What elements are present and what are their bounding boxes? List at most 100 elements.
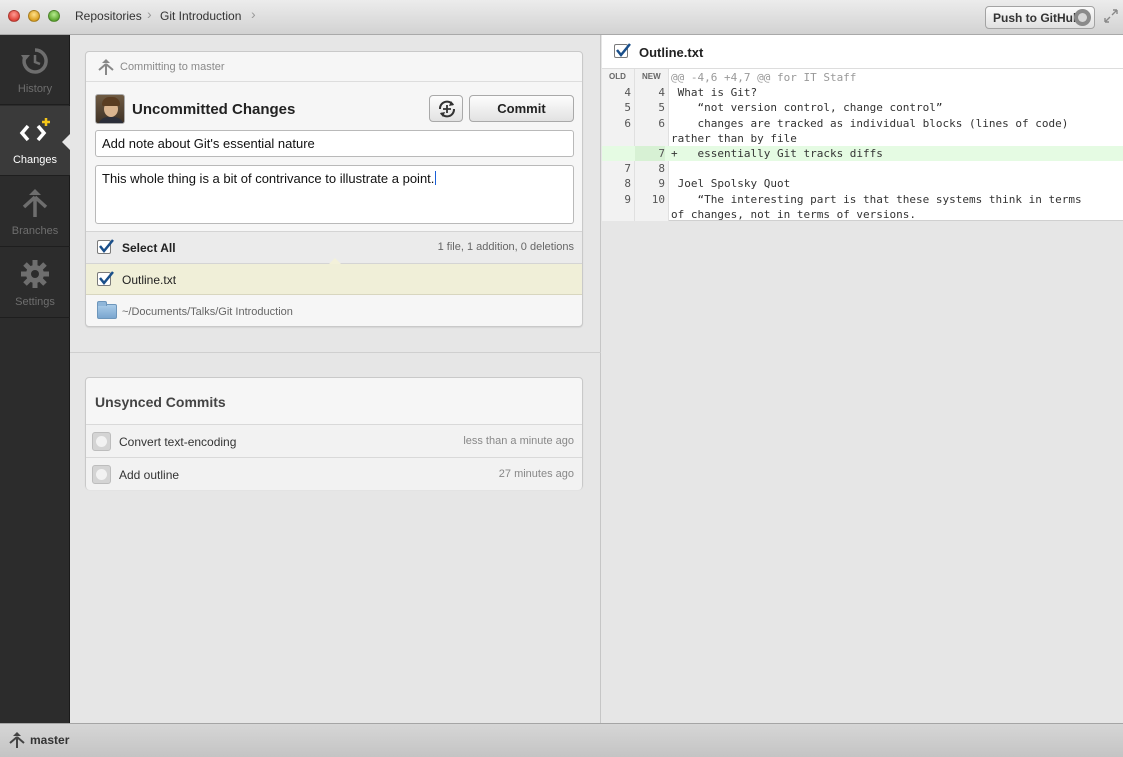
commit-button[interactable]: Commit [469, 95, 574, 122]
diff-context-line: 78 [602, 161, 1123, 176]
commit-header: Committing to master [86, 52, 582, 82]
checkmark-icon [616, 43, 631, 57]
diff-file-name: Outline.txt [639, 45, 704, 60]
select-all-checkbox[interactable] [97, 239, 114, 254]
changed-file-row[interactable]: Outline.txt [86, 264, 582, 295]
gear-icon [21, 260, 49, 288]
sidebar: History Changes Branches Settings [0, 35, 71, 723]
diff-context-line: 9 10 “The interesting part is that these … [602, 192, 1123, 207]
github-avatar-icon [92, 432, 111, 451]
changes-column: Committing to master Uncommitted Changes… [70, 35, 601, 723]
breadcrumb-repositories[interactable]: Repositories [75, 9, 142, 23]
sync-button[interactable] [429, 95, 463, 122]
sidebar-item-changes[interactable]: Changes [0, 106, 71, 176]
branch-icon [9, 732, 25, 748]
diff-panel: Outline.txt OLD NEW @@ -4,6 +4,7 @@ for … [602, 35, 1123, 723]
zoom-window-button[interactable] [48, 10, 60, 22]
close-window-button[interactable] [8, 10, 20, 22]
repository-path-row[interactable]: ~/Documents/Talks/Git Introduction [86, 296, 582, 327]
old-line-number: 4 [624, 86, 631, 100]
diff-hunk-header: @@ -4,6 +4,7 @@ for IT Staff [602, 70, 1123, 85]
push-to-github-button[interactable]: Push to GitHub [985, 6, 1095, 29]
commit-time: less than a minute ago [463, 435, 574, 447]
diff-line-text: “not version control, change control” [671, 101, 943, 115]
change-stats: 1 file, 1 addition, 0 deletions [437, 241, 574, 253]
diff-line-text: changes are tracked as individual blocks… [671, 116, 1069, 130]
minimize-window-button[interactable] [28, 10, 40, 22]
sidebar-item-history[interactable]: History [0, 35, 70, 105]
committing-to-label: Committing to master [120, 61, 225, 73]
fullscreen-icon[interactable] [1104, 9, 1120, 25]
commit-list-item[interactable]: Convert text-encoding less than a minute… [86, 424, 582, 457]
select-all-row: Select All 1 file, 1 addition, 0 deletio… [86, 231, 582, 264]
diff-file-checkbox[interactable] [614, 43, 631, 58]
diff-header: Outline.txt [602, 35, 1123, 69]
unsynced-commits-panel: Unsynced Commits Convert text-encoding l… [85, 377, 583, 490]
uncommitted-changes-title: Uncommitted Changes [132, 101, 296, 118]
new-line-number: 7 [635, 146, 665, 161]
commit-message: Add outline [119, 468, 180, 482]
diff-context-line: 4 4 What is Git? [602, 85, 1123, 100]
title-bar: Repositories › Git Introduction › Push t… [0, 0, 1123, 35]
diff-context-line: 6 6 changes are tracked as individual blo… [602, 116, 1123, 131]
new-line-number: 4 [658, 86, 665, 100]
commit-list-item[interactable]: Add outline 27 minutes ago [86, 457, 582, 490]
branch-icon [98, 59, 114, 75]
diff-added-line: 7 + essentially Git tracks diffs [602, 146, 1123, 161]
sidebar-item-settings[interactable]: Settings [0, 248, 70, 318]
commit-message: Convert text-encoding [119, 435, 237, 449]
diff-context-line: 5 5 “not version control, change control” [602, 100, 1123, 115]
diff-line-text: + essentially Git tracks diffs [671, 147, 883, 160]
diff-line-text: of changes, not in terms of versions. [671, 207, 917, 221]
diff-line-text: What is Git? [671, 86, 758, 100]
github-avatar-icon [92, 465, 111, 484]
checkmark-icon [99, 271, 114, 285]
avatar [95, 94, 125, 124]
sidebar-item-label: Branches [11, 225, 59, 237]
diff-line-text: “The interesting part is that these syst… [671, 192, 1082, 206]
history-icon [21, 48, 48, 74]
old-line-number: 7 [624, 162, 631, 176]
diff-body: OLD NEW @@ -4,6 +4,7 @@ for IT Staff 4 4 W… [602, 69, 1123, 221]
status-bar: master [0, 723, 1123, 757]
diff-context-line: of changes, not in terms of versions. [602, 207, 1123, 222]
new-line-number: 10 [651, 192, 665, 206]
changed-file-name: Outline.txt [122, 273, 177, 287]
old-line-number: 5 [624, 101, 631, 115]
breadcrumb-repository[interactable]: Git Introduction [160, 9, 241, 23]
new-line-number: 8 [658, 162, 665, 176]
diff-line-text: @@ -4,6 +4,7 @@ for IT Staff [671, 71, 857, 84]
chevron-right-icon: › [147, 6, 152, 22]
commit-description-text: This whole thing is a bit of contrivance… [102, 171, 435, 186]
sidebar-item-label: History [17, 83, 53, 95]
checkmark-icon [99, 239, 114, 253]
chevron-right-icon: › [251, 6, 256, 22]
diff-line-text: rather than by file [671, 131, 797, 145]
new-line-number: 5 [658, 101, 665, 115]
diff-context-line: rather than by file [602, 131, 1123, 146]
sidebar-item-label: Changes [12, 154, 58, 166]
github-icon [1074, 9, 1091, 26]
diff-context-line: 8 9 Joel Spolsky Quot [602, 176, 1123, 191]
repository-path: ~/Documents/Talks/Git Introduction [122, 306, 293, 318]
select-all-label: Select All [122, 241, 176, 255]
sidebar-item-label: Settings [15, 296, 55, 308]
changes-icon [19, 118, 50, 142]
text-cursor [435, 171, 437, 185]
sync-icon [439, 100, 455, 118]
sidebar-item-branches[interactable]: Branches [0, 177, 70, 247]
old-line-number: 6 [624, 116, 631, 130]
commit-description-input[interactable]: This whole thing is a bit of contrivance… [95, 165, 574, 224]
file-checkbox[interactable] [97, 271, 114, 286]
branches-icon [22, 189, 48, 217]
push-button-label: Push to GitHub [993, 11, 1081, 25]
new-line-number: 6 [658, 116, 665, 130]
old-line-number: 9 [624, 192, 631, 206]
commit-time: 27 minutes ago [498, 468, 574, 480]
current-branch[interactable]: master [30, 733, 69, 747]
commit-panel: Committing to master Uncommitted Changes… [85, 51, 583, 327]
commit-summary-input[interactable]: Add note about Git's essential nature [95, 130, 574, 157]
diff-line-text: Joel Spolsky Quot [671, 177, 791, 191]
new-line-number: 9 [658, 177, 665, 191]
folder-icon [97, 301, 117, 319]
